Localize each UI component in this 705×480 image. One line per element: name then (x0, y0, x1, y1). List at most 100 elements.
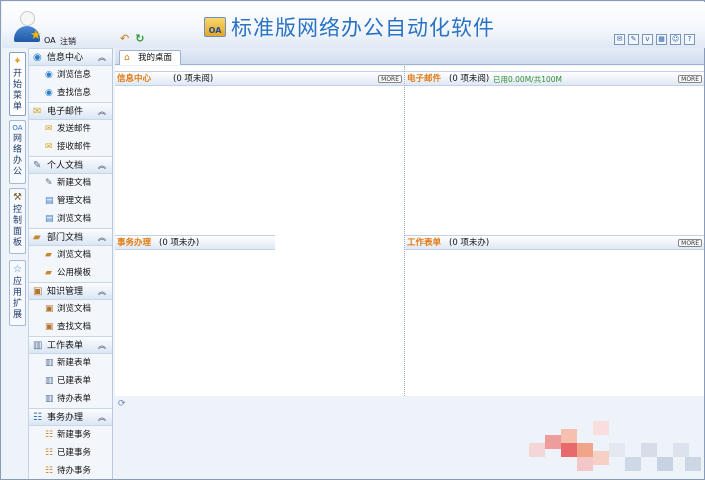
desktop-area: 信息中心 (0 项未阅) MORE 电子邮件 (0 项未阅) 已用0.00M/共… (115, 66, 704, 396)
refresh-icon[interactable]: ↻ (135, 33, 144, 44)
task-icon: ☷ (33, 412, 42, 423)
edit-icon[interactable]: ✎ (628, 34, 639, 45)
sidebar-item-browse-info[interactable]: ◉ 浏览信息 (29, 66, 112, 84)
user-name: OA (44, 36, 56, 45)
wrench-icon: ⚒ (13, 192, 22, 203)
chevron-up-icon: ︽ (98, 413, 106, 422)
panel-title[interactable]: 电子邮件 (407, 72, 441, 85)
sidebar-item-send-mail[interactable]: ✉ 发送邮件 (29, 120, 112, 138)
sidebar-item-pending-task[interactable]: ☷ 待办事务 (29, 462, 112, 479)
sidebar-item-manage-doc[interactable]: ▤ 管理文档 (29, 192, 112, 210)
sidebar-item-new-doc[interactable]: ✎ 新建文档 (29, 174, 112, 192)
unread-count: (0 项未阅) (449, 74, 490, 84)
sidebar-item-knowledge-find[interactable]: ▣ 查找文档 (29, 318, 112, 336)
sidebar-item-created-task[interactable]: ☷ 已建事务 (29, 444, 112, 462)
tab-label: 我的桌面 (138, 53, 173, 63)
item-label: 已建表单 (57, 376, 92, 386)
question-icon[interactable]: ? (684, 34, 695, 45)
item-label: 新建事务 (57, 430, 92, 440)
form-icon: ▥ (45, 376, 54, 386)
sidebar-item-receive-mail[interactable]: ✉ 接收邮件 (29, 138, 112, 156)
more-button[interactable]: MORE (678, 239, 702, 247)
sidebar-item-browse-doc[interactable]: ▤ 浏览文档 (29, 210, 112, 228)
group-label: 事务办理 (47, 413, 84, 423)
toolbar-icons: ✉ ✎ v ▦ ☺ ? (614, 34, 695, 45)
mail-quota: 已用0.00M/共100M (493, 75, 562, 84)
pending-count: (0 项未办) (449, 238, 490, 248)
mail-icon: ✉ (45, 142, 53, 152)
back-icon[interactable]: ↶ (120, 33, 129, 44)
item-label: 新建表单 (57, 358, 92, 368)
item-label: 浏览信息 (57, 70, 92, 80)
sidebar-group-work-forms[interactable]: ▥ 工作表单 ︽ (29, 336, 112, 354)
item-label: 公用模板 (57, 268, 92, 278)
sidebar-item-new-task[interactable]: ☷ 新建事务 (29, 426, 112, 444)
person-icon[interactable]: ☺ (670, 34, 681, 45)
sidebar-item-created-form[interactable]: ▥ 已建表单 (29, 372, 112, 390)
pending-count: (0 项未办) (159, 238, 200, 248)
group-label: 电子邮件 (47, 107, 84, 117)
sidebar-item-pending-form[interactable]: ▥ 待办表单 (29, 390, 112, 408)
panel-title[interactable]: 事务办理 (117, 236, 151, 249)
more-button[interactable]: MORE (378, 75, 402, 83)
item-label: 浏览文档 (57, 304, 92, 314)
panel-title[interactable]: 工作表单 (407, 236, 441, 249)
form-icon: ▥ (45, 358, 54, 368)
mail-icon: ✉ (45, 124, 53, 134)
sidebar-group-email[interactable]: ✉ 电子邮件 ︽ (29, 102, 112, 120)
panel-title[interactable]: 信息中心 (117, 72, 151, 85)
folder-icon: ▰ (33, 232, 41, 243)
loading-icon: ⟳ (118, 399, 126, 409)
group-label: 信息中心 (47, 53, 84, 63)
book-icon: ▣ (45, 304, 54, 314)
sidebar-item-find-info[interactable]: ◉ 查找信息 (29, 84, 112, 102)
sidebar-group-personal-docs[interactable]: ✎ 个人文档 ︽ (29, 156, 112, 174)
oa-logo-icon: OA (204, 17, 226, 37)
vtab-app-extension[interactable]: ☆ 应用扩展 (9, 260, 26, 326)
v-icon[interactable]: v (642, 34, 653, 45)
sidebar-item-dept-browse-doc[interactable]: ▰ 浏览文档 (29, 246, 112, 264)
vtab-label: 开始菜单 (13, 69, 23, 112)
sidebar-item-knowledge-browse[interactable]: ▣ 浏览文档 (29, 300, 112, 318)
pixelated-watermark (513, 413, 703, 479)
globe-icon: ◉ (45, 88, 53, 98)
sidebar-item-new-form[interactable]: ▥ 新建表单 (29, 354, 112, 372)
unread-count: (0 项未阅) (173, 74, 214, 84)
document-icon: ▤ (45, 196, 54, 206)
vtab-control-panel[interactable]: ⚒ 控制面板 (9, 188, 26, 254)
star-icon: ☆ (13, 264, 22, 275)
mail-icon: ✉ (33, 106, 42, 117)
vtab-label: 网络办公 (13, 134, 23, 177)
vtab-start-menu[interactable]: ✦ 开始菜单 (9, 52, 26, 116)
sidebar-group-dept-docs[interactable]: ▰ 部门文档 ︽ (29, 228, 112, 246)
panel-header: 信息中心 (0 项未阅) MORE (115, 71, 404, 86)
tab-my-desktop[interactable]: ⌂ 我的桌面 (119, 50, 182, 65)
help-icon[interactable]: ✉ (614, 34, 625, 45)
pen-icon: ✎ (45, 178, 53, 188)
sidebar-item-public-template[interactable]: ▰ 公用模板 (29, 264, 112, 282)
item-label: 浏览文档 (57, 250, 92, 260)
group-label: 部门文档 (47, 233, 84, 243)
bulb-icon: ✦ (13, 56, 22, 67)
oa-icon: OA (12, 124, 23, 132)
home-icon: ⌂ (124, 53, 130, 63)
sidebar-group-knowledge[interactable]: ▣ 知识管理 ︽ (29, 282, 112, 300)
sidebar-group-info-center[interactable]: ◉ 信息中心 ︽ (29, 48, 112, 66)
sidebar-group-tasks[interactable]: ☷ 事务办理 ︽ (29, 408, 112, 426)
group-label: 知识管理 (47, 287, 84, 297)
task-icon: ☷ (45, 448, 54, 458)
more-button[interactable]: MORE (678, 75, 702, 83)
chevron-up-icon: ︽ (98, 287, 106, 296)
chevron-up-icon: ︽ (98, 341, 106, 350)
pen-icon: ✎ (33, 160, 42, 171)
book-icon: ▣ (33, 286, 43, 297)
user-avatar-icon: ★ (14, 11, 42, 45)
vtab-network-office[interactable]: OA 网络办公 (9, 120, 26, 184)
globe-icon: ◉ (45, 70, 53, 80)
panel-email: 电子邮件 (0 项未阅) 已用0.00M/共100M MORE (405, 71, 704, 86)
calendar-icon[interactable]: ▦ (656, 34, 667, 45)
item-label: 接收邮件 (57, 142, 92, 152)
item-label: 浏览文档 (57, 214, 92, 224)
form-icon: ▥ (33, 340, 43, 351)
logout-link[interactable]: 注销 (60, 36, 76, 47)
